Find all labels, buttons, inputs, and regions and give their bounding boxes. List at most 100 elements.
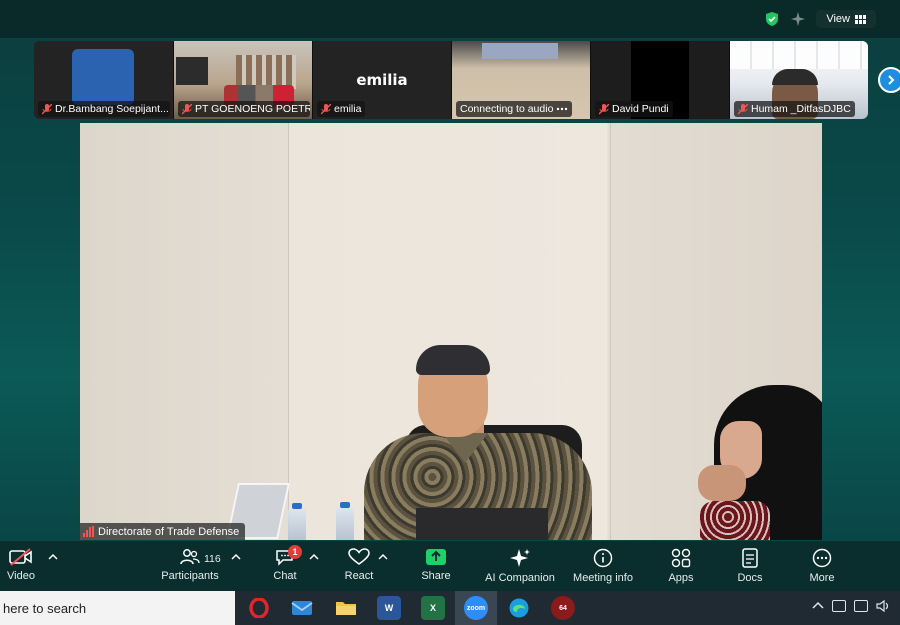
participant-name-tag: David Pundi — [595, 101, 673, 117]
docs-button[interactable]: Docs — [734, 541, 766, 591]
edge-logo — [509, 598, 529, 618]
participant-name: Humam _DitfasDJBC — [751, 103, 851, 115]
battery-icon[interactable] — [832, 600, 846, 612]
meeting-toolbar: Video Participants 116 Chat 1 React Shar… — [0, 541, 900, 591]
share-button[interactable]: Share — [418, 541, 454, 591]
participant-thumbnail-strip: Dr.Bambang Soepijant... PT GOENOENG POET… — [34, 41, 868, 119]
meeting-top-bar: View — [0, 0, 900, 38]
meeting-info-button[interactable]: Meeting info — [570, 541, 636, 591]
ai-sparkle-icon — [510, 549, 530, 567]
background-window — [482, 43, 558, 59]
participant-tile[interactable]: PT GOENOENG POETR... — [173, 41, 312, 119]
participant-tile[interactable]: Humam _DitfasDJBC — [729, 41, 868, 119]
participant-name: emilia — [334, 103, 362, 115]
chevron-up-icon[interactable] — [309, 553, 319, 561]
taskbar-search-box[interactable]: here to search — [0, 591, 235, 625]
active-speaker-video — [80, 123, 822, 540]
background-ceiling — [730, 41, 868, 69]
excel-icon[interactable]: X — [421, 596, 445, 620]
mail-icon[interactable] — [290, 596, 314, 620]
participant-name-tag: emilia — [317, 101, 366, 117]
participants-count: 116 — [204, 553, 221, 565]
water-bottle — [288, 508, 306, 540]
ai-companion-button[interactable]: AI Companion — [484, 541, 556, 591]
video-button[interactable]: Video — [4, 541, 38, 591]
react-button[interactable]: React — [340, 541, 378, 591]
more-dots-icon — [812, 548, 832, 568]
windows-taskbar: here to search W X zoom 64 — [0, 591, 900, 625]
participant-name-tag: Connecting to audio — [456, 101, 573, 117]
chat-label: Chat — [273, 570, 297, 582]
system-tray — [812, 600, 890, 612]
speaker-icon[interactable] — [876, 600, 890, 612]
wall-panel-line — [610, 123, 611, 540]
network-icon[interactable] — [854, 600, 868, 612]
chevron-up-icon[interactable] — [48, 553, 58, 561]
document-icon — [742, 548, 758, 568]
wall-panel-line — [288, 123, 289, 540]
taskbar-search-text: here to search — [3, 600, 87, 616]
word-icon[interactable]: W — [377, 596, 401, 620]
apps-icon — [671, 548, 691, 568]
chevron-up-icon[interactable] — [812, 601, 824, 611]
background-shelf — [236, 55, 296, 89]
zoom-icon[interactable]: zoom — [464, 596, 488, 620]
participant-name-tag: PT GOENOENG POETR... — [178, 101, 310, 117]
next-page-button[interactable] — [878, 67, 900, 93]
folder-logo — [336, 602, 356, 615]
video-label: Video — [7, 570, 35, 582]
woman-hands — [698, 465, 746, 501]
participant-display-name: emilia — [356, 71, 408, 89]
water-bottle — [336, 507, 354, 540]
game-letter: 64 — [559, 604, 567, 612]
video-off-icon — [9, 548, 32, 566]
game-icon[interactable]: 64 — [551, 596, 575, 620]
woman-dress — [700, 501, 770, 540]
more-button[interactable]: More — [806, 541, 838, 591]
participant-name: Dr.Bambang Soepijant... — [55, 103, 169, 115]
apps-button[interactable]: Apps — [664, 541, 698, 591]
participants-button[interactable]: Participants — [158, 541, 222, 591]
mic-off-icon — [42, 103, 52, 114]
zoom-letter: zoom — [466, 604, 486, 612]
connecting-dots-icon — [557, 107, 568, 111]
excel-letter: X — [429, 603, 436, 613]
participants-icon — [180, 549, 200, 565]
heart-icon — [348, 548, 370, 565]
participant-name-tag: Dr.Bambang Soepijant... — [38, 101, 170, 117]
participant-tile[interactable]: Dr.Bambang Soepijant... — [34, 41, 173, 119]
participant-name-tag: Humam _DitfasDJBC — [734, 101, 855, 117]
active-speaker-name-tag: Directorate of Trade Defense — [80, 523, 246, 540]
chevron-up-icon[interactable] — [231, 553, 241, 561]
info-icon — [593, 548, 613, 568]
edge-icon[interactable] — [507, 596, 531, 620]
mic-off-icon — [182, 103, 192, 114]
top-right-controls: View — [764, 8, 876, 30]
participant-tile[interactable]: emilia emilia — [312, 41, 451, 119]
meeting-info-label: Meeting info — [573, 572, 633, 584]
mic-off-icon — [738, 103, 748, 114]
opera-icon[interactable] — [247, 596, 271, 620]
share-screen-icon — [426, 549, 446, 565]
sparkle-icon[interactable] — [790, 11, 806, 27]
opera-logo — [249, 598, 269, 618]
file-explorer-icon[interactable] — [334, 596, 358, 620]
bottle-cap — [340, 502, 350, 508]
mic-off-icon — [321, 103, 331, 114]
chevron-up-icon[interactable] — [378, 553, 388, 561]
grid-view-icon — [855, 14, 866, 24]
docs-label: Docs — [737, 572, 763, 584]
participant-name: David Pundi — [612, 103, 669, 115]
mic-off-icon — [599, 103, 609, 114]
participant-name: PT GOENOENG POETR... — [195, 103, 310, 115]
view-label: View — [826, 13, 850, 25]
participant-tile[interactable]: Connecting to audio — [451, 41, 590, 119]
laptop — [416, 508, 548, 540]
mail-logo — [291, 601, 313, 615]
view-button[interactable]: View — [816, 10, 876, 28]
chat-unread-badge: 1 — [288, 545, 302, 559]
participant-tile[interactable]: David Pundi — [590, 41, 729, 119]
active-speaker-name: Directorate of Trade Defense — [98, 525, 240, 538]
speaker-hair — [416, 345, 490, 375]
shield-check-icon[interactable] — [764, 11, 780, 27]
